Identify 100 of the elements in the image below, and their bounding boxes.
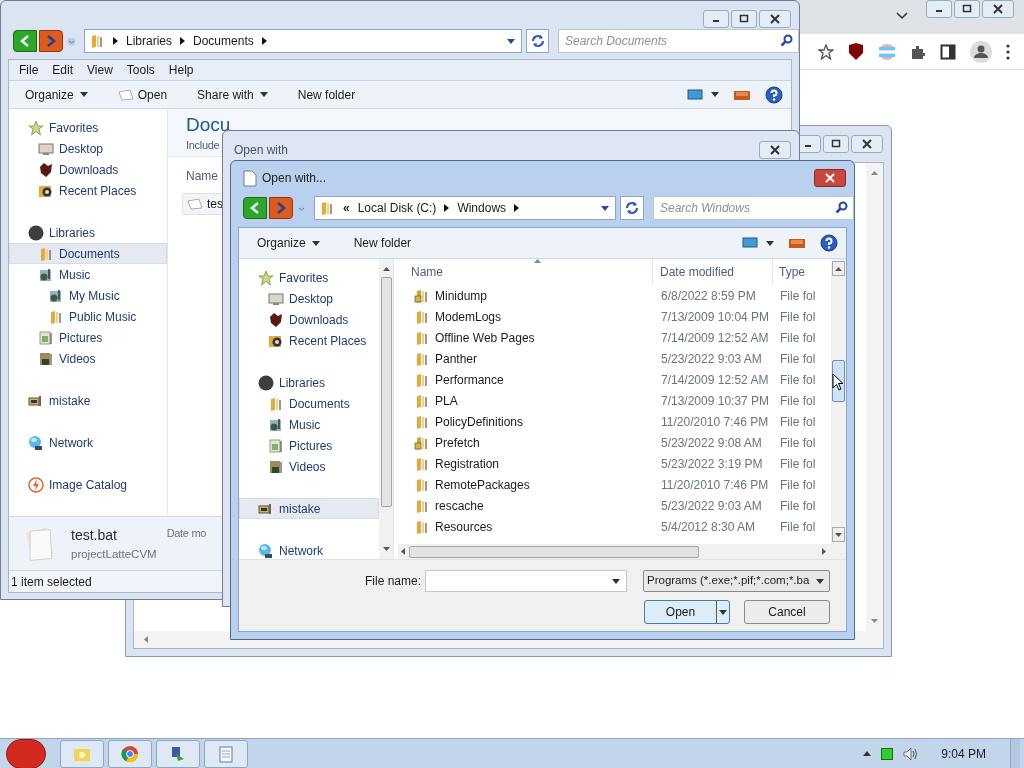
- start-button[interactable]: [6, 738, 46, 768]
- scrollbar-thumb[interactable]: [409, 545, 699, 558]
- nav-item[interactable]: Videos: [239, 456, 379, 477]
- clock[interactable]: 9:04 PM: [941, 744, 986, 763]
- scroll-down-icon[interactable]: [871, 619, 878, 623]
- file-row[interactable]: ModemLogs 7/13/2009 10:04 PM File fol: [398, 306, 831, 327]
- maximize-button[interactable]: [823, 135, 849, 153]
- breadcrumb[interactable]: Local Disk (C:): [357, 199, 437, 217]
- taskbar-button[interactable]: [108, 739, 152, 768]
- column-header[interactable]: Name: [398, 259, 653, 285]
- shield-icon[interactable]: [848, 42, 864, 61]
- nav-item[interactable]: Favorites: [239, 267, 379, 288]
- refresh-button[interactable]: [620, 196, 644, 220]
- search-field[interactable]: Search Windows: [653, 196, 854, 220]
- dropdown-arrow-icon[interactable]: [601, 205, 609, 211]
- overflow-chevron[interactable]: «: [343, 199, 350, 217]
- speaker-icon[interactable]: [903, 746, 920, 761]
- minimize-button[interactable]: [703, 10, 729, 28]
- close-button[interactable]: [851, 135, 883, 153]
- back-button[interactable]: [243, 197, 267, 219]
- nav-item[interactable]: Favorites: [9, 117, 167, 139]
- dropdown-arrow-icon[interactable]: [507, 38, 515, 44]
- menu-item[interactable]: Edit: [46, 61, 80, 80]
- nav-item[interactable]: Image Catalog: [9, 474, 167, 496]
- side-panel-icon[interactable]: [940, 43, 956, 60]
- close-button[interactable]: [982, 0, 1014, 18]
- back-button[interactable]: [13, 30, 37, 53]
- file-row[interactable]: Resources 5/4/2012 8:30 AM File fol: [398, 516, 831, 537]
- forward-button[interactable]: [39, 30, 63, 53]
- column-header[interactable]: Date modified: [653, 259, 773, 285]
- nav-item[interactable]: Pictures: [239, 435, 379, 456]
- close-button[interactable]: [759, 10, 791, 28]
- puzzle-icon[interactable]: [910, 43, 926, 60]
- nav-item[interactable]: Recent Places: [239, 330, 379, 351]
- search-field[interactable]: Search Documents: [558, 29, 799, 54]
- file-row[interactable]: Offline Web Pages 7/14/2009 12:52 AM File fol: [398, 327, 831, 348]
- file-row[interactable]: PLA 7/13/2009 10:37 PM File fol: [398, 390, 831, 411]
- breadcrumb[interactable]: Documents: [193, 32, 254, 51]
- vertical-scrollbar[interactable]: [379, 259, 393, 559]
- scroll-left-icon[interactable]: [144, 636, 148, 643]
- nav-item[interactable]: Libraries: [9, 222, 167, 244]
- status-indicator-icon[interactable]: [881, 747, 894, 760]
- nav-item[interactable]: Network: [9, 432, 167, 454]
- nav-item[interactable]: Music: [9, 264, 167, 286]
- file-row[interactable]: Panther 5/23/2022 9:03 AM File fol: [398, 348, 831, 369]
- scroll-up-icon[interactable]: [835, 266, 842, 271]
- address-bar[interactable]: Libraries Documents: [84, 29, 522, 54]
- breadcrumb[interactable]: Windows: [457, 199, 507, 217]
- file-type-dropdown[interactable]: Programs (*.exe;*.pif;*.com;*.ba: [643, 570, 830, 592]
- view-icon[interactable]: [742, 237, 758, 249]
- view-icon[interactable]: [687, 88, 703, 101]
- file-row[interactable]: Prefetch 5/23/2022 9:08 AM File fol: [398, 432, 831, 453]
- nav-item[interactable]: Public Music: [9, 306, 167, 328]
- profile-icon[interactable]: [970, 40, 992, 63]
- nav-item[interactable]: Desktop: [239, 288, 379, 309]
- taskbar-button[interactable]: [156, 739, 200, 768]
- nav-item[interactable]: Pictures: [9, 327, 167, 349]
- star-icon[interactable]: [818, 43, 834, 60]
- scroll-up-icon[interactable]: [382, 267, 390, 271]
- file-name-field[interactable]: [425, 570, 627, 592]
- cancel-button[interactable]: Cancel: [744, 600, 830, 624]
- maximize-button[interactable]: [731, 10, 757, 28]
- chevron-down-icon[interactable]: [896, 12, 908, 20]
- column-header[interactable]: Type: [773, 263, 805, 281]
- file-row[interactable]: Registration 5/23/2022 3:19 PM File fol: [398, 453, 831, 474]
- nav-item[interactable]: Network: [239, 540, 379, 559]
- nav-item[interactable]: mistake: [239, 498, 379, 519]
- preview-pane-icon[interactable]: [733, 88, 751, 101]
- more-menu-icon[interactable]: [1006, 43, 1010, 60]
- scroll-left-icon[interactable]: [401, 548, 405, 555]
- nav-item[interactable]: Documents: [239, 393, 379, 414]
- help-icon[interactable]: [765, 85, 783, 104]
- toolbar-button[interactable]: New folder: [347, 232, 418, 254]
- toolbar-button[interactable]: New folder: [291, 83, 362, 106]
- scroll-down-icon[interactable]: [835, 532, 842, 537]
- nav-item[interactable]: Downloads: [9, 159, 167, 181]
- menu-item[interactable]: Tools: [120, 61, 161, 80]
- file-row[interactable]: Performance 7/14/2009 12:52 AM File fol: [398, 369, 831, 390]
- refresh-button[interactable]: [526, 29, 549, 54]
- nav-item[interactable]: Documents: [9, 243, 167, 265]
- nav-item[interactable]: Videos: [9, 348, 167, 370]
- vertical-scrollbar[interactable]: [831, 259, 846, 544]
- close-button[interactable]: [759, 141, 791, 159]
- menu-item[interactable]: File: [13, 61, 45, 80]
- file-row[interactable]: rescache 5/23/2022 9:03 AM File fol: [398, 495, 831, 516]
- nav-item[interactable]: Recent Places: [9, 180, 167, 202]
- scroll-right-icon[interactable]: [822, 548, 826, 555]
- scroll-down-icon[interactable]: [382, 547, 390, 551]
- breadcrumb[interactable]: Libraries: [126, 32, 173, 51]
- toolbar-open-button[interactable]: Open: [111, 83, 174, 106]
- menu-item[interactable]: Help: [162, 61, 200, 80]
- nav-item[interactable]: My Music: [9, 285, 167, 307]
- preview-pane-icon[interactable]: [788, 237, 806, 249]
- toolbar-menu-button[interactable]: Organize: [19, 83, 94, 106]
- maximize-button[interactable]: [954, 0, 980, 18]
- nav-item[interactable]: mistake: [9, 390, 167, 412]
- vertical-scrollbar[interactable]: [866, 163, 883, 631]
- horizontal-scrollbar[interactable]: [398, 544, 846, 559]
- minimize-button[interactable]: [926, 0, 952, 18]
- show-hidden-icons[interactable]: [863, 751, 872, 756]
